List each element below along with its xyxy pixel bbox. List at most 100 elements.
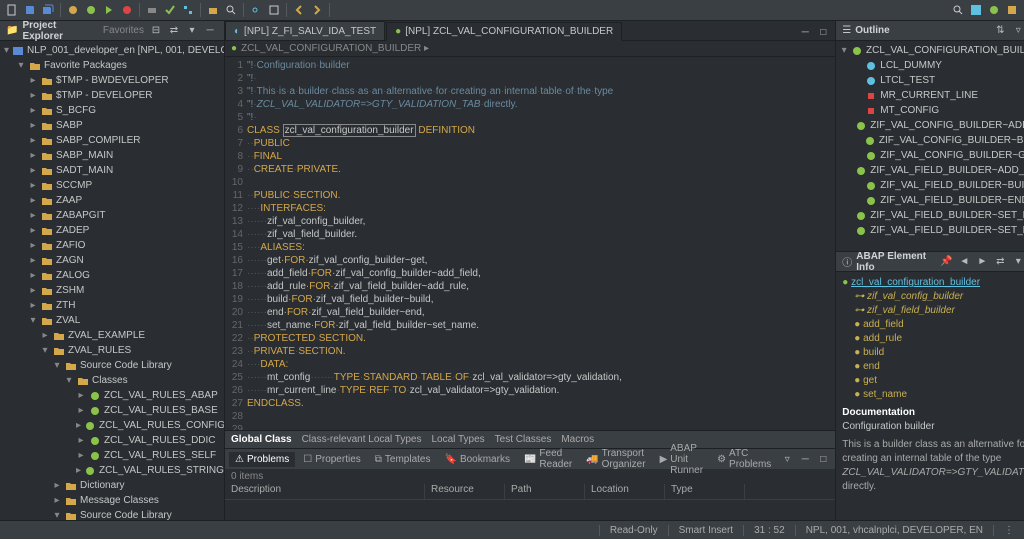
tree-node[interactable]: ▸ZTH <box>0 298 224 313</box>
outline-node[interactable]: ZIF_VAL_FIELD_BUILDER~SET_FIELD <box>836 208 1024 223</box>
outline-node[interactable]: ZIF_VAL_CONFIG_BUILDER~GET <box>836 148 1024 163</box>
ei-link-icon[interactable]: ⇄ <box>992 254 1008 270</box>
breadcrumb[interactable]: ●ZCL_VAL_CONFIGURATION_BUILDER ▸ <box>225 41 835 57</box>
tree-node[interactable]: ▸ZALOG <box>0 268 224 283</box>
class-tab[interactable]: Local Types <box>431 434 484 445</box>
bottom-tab[interactable]: 🔖Bookmarks <box>438 452 515 467</box>
tree-node[interactable]: ▸ZADEP <box>0 223 224 238</box>
ei-fwd-icon[interactable]: ► <box>974 254 990 270</box>
save-all-icon[interactable] <box>40 2 56 18</box>
problems-col[interactable]: Resource <box>425 484 505 499</box>
tree-node[interactable]: ▾Source Code Library <box>0 508 224 520</box>
quick-access-icon[interactable] <box>950 2 966 18</box>
search-icon[interactable] <box>223 2 239 18</box>
outline-node[interactable]: ZIF_VAL_FIELD_BUILDER~ADD_RULE <box>836 163 1024 178</box>
outline-filter-icon[interactable]: ▿ <box>1010 23 1024 39</box>
tree-node[interactable]: ▸SABP <box>0 118 224 133</box>
bottom-tab[interactable]: ⚠Problems <box>229 452 295 467</box>
class-tab[interactable]: Class-relevant Local Types <box>302 434 422 445</box>
perspective-debug-icon[interactable] <box>986 2 1002 18</box>
build-icon[interactable] <box>144 2 160 18</box>
run-icon[interactable] <box>101 2 117 18</box>
outline-node[interactable]: LTCL_TEST <box>836 73 1024 88</box>
tree-node[interactable]: ▾Classes <box>0 373 224 388</box>
outline-node[interactable]: ZIF_VAL_FIELD_BUILDER~BUILD <box>836 178 1024 193</box>
problems-col[interactable]: Location <box>585 484 665 499</box>
outline-sort-icon[interactable]: ⇅ <box>992 23 1008 39</box>
where-used-icon[interactable] <box>180 2 196 18</box>
save-icon[interactable] <box>22 2 38 18</box>
tree-node[interactable]: ▸$TMP - BWDEVELOPER <box>0 73 224 88</box>
editor-tab-2[interactable]: ●[NPL] ZCL_VAL_CONFIGURATION_BUILDER <box>386 22 622 41</box>
problems-col[interactable]: Path <box>505 484 585 499</box>
project-tree[interactable]: ▾NLP_001_developer_en [NPL, 001, DEVELOP… <box>0 41 224 520</box>
prob-min-icon[interactable]: ─ <box>797 451 813 467</box>
link-editor-icon[interactable]: ⇄ <box>166 23 182 39</box>
ei-pin-icon[interactable]: 📌 <box>938 254 954 270</box>
tree-node[interactable]: ▸S_BCFG <box>0 103 224 118</box>
code-editor[interactable]: 1234567891011121314151617181920212223242… <box>225 57 835 430</box>
status-more-icon[interactable]: ⋮ <box>993 525 1024 536</box>
prob-max-icon[interactable]: □ <box>815 451 831 467</box>
back-icon[interactable] <box>291 2 307 18</box>
tree-node[interactable]: ▸SADT_MAIN <box>0 163 224 178</box>
link-icon[interactable] <box>248 2 264 18</box>
tree-node[interactable]: ▸ZCL_VAL_RULES_SELF <box>0 448 224 463</box>
problems-col[interactable]: Type <box>665 484 745 499</box>
editor-minimize-icon[interactable]: ─ <box>797 24 813 40</box>
perspective-other-icon[interactable] <box>1004 2 1020 18</box>
tree-node[interactable]: ▾ZVAL <box>0 313 224 328</box>
view-menu-icon[interactable]: ▾ <box>184 23 200 39</box>
tree-node[interactable]: ▸ZAAP <box>0 193 224 208</box>
tree-node[interactable]: ▸ZAFIO <box>0 238 224 253</box>
tree-node[interactable]: ▸SABP_MAIN <box>0 148 224 163</box>
tree-node[interactable]: ▸ZVAL_EXAMPLE <box>0 328 224 343</box>
class-tab[interactable]: Macros <box>561 434 594 445</box>
tree-node[interactable]: ▸ZCL_VAL_RULES_BASE <box>0 403 224 418</box>
perspective-abap-icon[interactable] <box>968 2 984 18</box>
outline-node[interactable]: ZIF_VAL_FIELD_BUILDER~SET_NAME <box>836 223 1024 238</box>
tree-node[interactable]: ▸ZCL_VAL_RULES_STRING <box>0 463 224 478</box>
class-tab[interactable]: Test Classes <box>495 434 552 445</box>
outline-node[interactable]: MR_CURRENT_LINE <box>836 88 1024 103</box>
tree-node[interactable]: ▸ZCL_VAL_RULES_ABAP <box>0 388 224 403</box>
outline-node[interactable]: ▾ZCL_VAL_CONFIGURATION_BUILDER <box>836 43 1024 58</box>
outline-node[interactable]: ZIF_VAL_FIELD_BUILDER~END <box>836 193 1024 208</box>
tree-node[interactable]: ▾Source Code Library <box>0 358 224 373</box>
tree-node[interactable]: ▸Dictionary <box>0 478 224 493</box>
class-tab[interactable]: Global Class <box>231 434 292 445</box>
tree-node[interactable]: ▸ZCL_VAL_RULES_DDIC <box>0 433 224 448</box>
tree-node[interactable]: ▾Favorite Packages <box>0 58 224 73</box>
profile-icon[interactable] <box>119 2 135 18</box>
favorites-tab[interactable]: Favorites <box>103 25 144 36</box>
tree-node[interactable]: ▸ZSHM <box>0 283 224 298</box>
prob-filter-icon[interactable]: ▿ <box>779 451 795 467</box>
tree-node[interactable]: ▸Message Classes <box>0 493 224 508</box>
ei-menu-icon[interactable]: ▾ <box>1010 254 1024 270</box>
open-icon[interactable] <box>205 2 221 18</box>
forward-icon[interactable] <box>309 2 325 18</box>
tree-node[interactable]: ▸ZAGN <box>0 253 224 268</box>
tree-node[interactable]: ▸SABP_COMPILER <box>0 133 224 148</box>
tree-node[interactable]: ▾ZVAL_RULES <box>0 343 224 358</box>
outline-node[interactable]: MT_CONFIG <box>836 103 1024 118</box>
task-icon[interactable] <box>266 2 282 18</box>
outline-node[interactable]: LCL_DUMMY <box>836 58 1024 73</box>
editor-maximize-icon[interactable]: □ <box>815 24 831 40</box>
activate-icon[interactable] <box>162 2 178 18</box>
outline-node[interactable]: ZIF_VAL_CONFIG_BUILDER~BUILD <box>836 133 1024 148</box>
minimize-icon[interactable]: ─ <box>202 23 218 39</box>
editor-tab-1[interactable]: ◐[NPL] Z_FI_SALV_IDA_TEST <box>225 21 385 40</box>
tree-node[interactable]: ▸ZABAPGIT <box>0 208 224 223</box>
outline-tree[interactable]: ▾ZCL_VAL_CONFIGURATION_BUILDERLCL_DUMMYL… <box>836 41 1024 251</box>
tree-node[interactable]: ▸$TMP - DEVELOPER <box>0 88 224 103</box>
bottom-tab[interactable]: ☐Properties <box>297 452 367 467</box>
tree-node[interactable]: ▸SCCMP <box>0 178 224 193</box>
outline-node[interactable]: ZIF_VAL_CONFIG_BUILDER~ADD_FIELD <box>836 118 1024 133</box>
tree-node[interactable]: ▸ZCL_VAL_RULES_CONFIG <box>0 418 224 433</box>
bottom-tab[interactable]: ⧉Templates <box>369 452 437 467</box>
new-icon[interactable] <box>4 2 20 18</box>
problems-col[interactable]: Description <box>225 484 425 499</box>
ei-back-icon[interactable]: ◄ <box>956 254 972 270</box>
collapse-all-icon[interactable]: ⊟ <box>148 23 164 39</box>
